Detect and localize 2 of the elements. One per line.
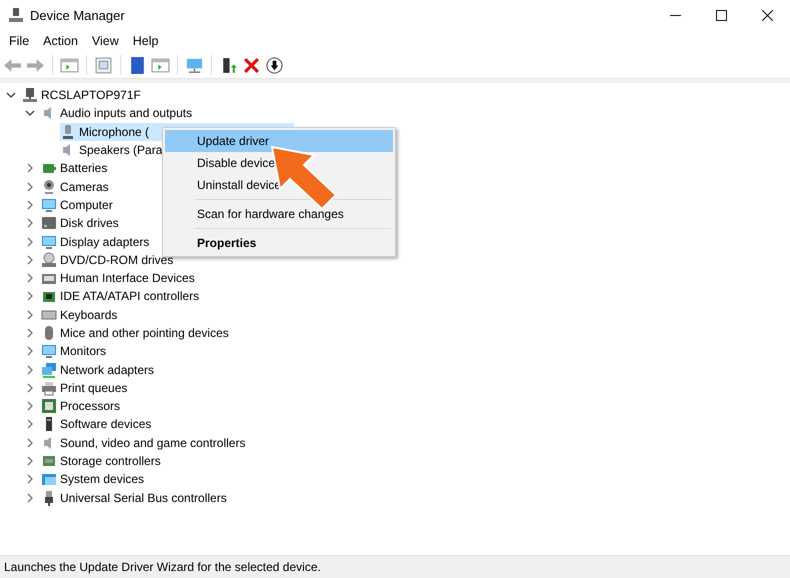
window-title: Device Manager xyxy=(30,8,125,22)
status-text: Launches the Update Driver Wizard for the selected device. xyxy=(4,560,321,574)
